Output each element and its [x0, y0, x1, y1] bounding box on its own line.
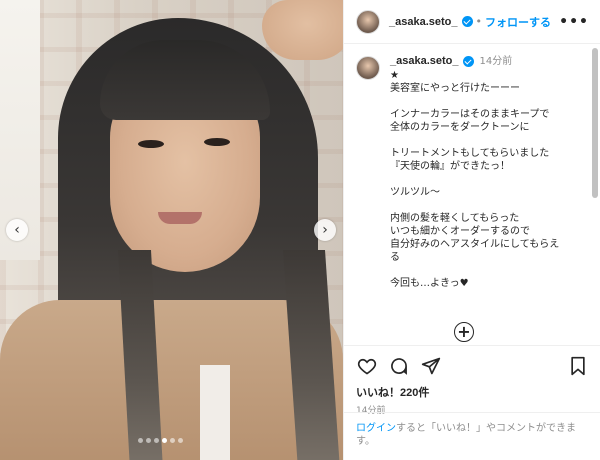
hand	[262, 0, 343, 60]
caption-line: ★	[390, 70, 399, 81]
action-icons	[356, 352, 589, 380]
caption-line	[390, 199, 559, 212]
follow-button[interactable]: フォローする	[485, 14, 551, 30]
caption-line	[390, 134, 559, 147]
login-link[interactable]: ログイン	[356, 423, 396, 434]
post-photo[interactable]: ‹ ›	[0, 0, 343, 460]
carousel-prev-button[interactable]: ‹	[6, 219, 28, 241]
chevron-left-icon: ‹	[14, 222, 20, 238]
caption-line: ツルツル〜	[390, 187, 440, 198]
caption-area: _asaka.seto_ 14分前 ★ 美容室にやっと行けたーーーインナーカラーは…	[344, 45, 600, 345]
caption-line: トリートメントもしてもらいました	[390, 148, 550, 159]
action-bar: いいね！220件 14分前	[344, 345, 600, 416]
carousel-dots	[138, 438, 183, 443]
lips	[158, 212, 202, 224]
login-prompt: ログインすると「いいね！」やコメントができます。	[344, 412, 600, 457]
carousel-dot	[170, 438, 175, 443]
like-button[interactable]	[356, 355, 378, 377]
share-button[interactable]	[420, 355, 442, 377]
comment-button[interactable]	[388, 355, 410, 377]
caption-body: _asaka.seto_ 14分前 ★ 美容室にやっと行けたーーーインナーカラーは…	[390, 55, 559, 290]
plus-circle-icon: +	[457, 322, 471, 341]
caption-line: 美容室にやっと行けたーーー	[390, 83, 520, 94]
caption-text: ★ 美容室にやっと行けたーーーインナーカラーはそのままキープで 全体のカラーをダーク…	[390, 69, 559, 290]
right-eye	[204, 138, 230, 146]
bookmark-icon	[571, 356, 585, 376]
comment-icon	[391, 358, 407, 375]
likes-count[interactable]: いいね！220件	[356, 384, 589, 400]
caption-scrollbar[interactable]	[592, 48, 598, 198]
carousel-dot	[154, 438, 159, 443]
load-more-comments-button[interactable]: +	[454, 322, 474, 342]
caption-username[interactable]: _asaka.seto_	[390, 55, 459, 68]
avatar[interactable]	[356, 9, 380, 34]
shirt	[200, 365, 230, 460]
carousel-dot	[138, 438, 143, 443]
caption-line: 全体のカラーをダークトーンに	[390, 122, 530, 133]
caption: _asaka.seto_ 14分前 ★ 美容室にやっと行けたーーーインナーカラーは…	[344, 45, 600, 290]
caption-line: いつも細かくオーダーするので	[390, 226, 530, 237]
verified-badge-icon	[462, 56, 474, 67]
caption-line	[390, 173, 559, 186]
caption-time: 14分前	[479, 56, 513, 67]
carousel-dot	[162, 438, 167, 443]
caption-line: る	[390, 252, 400, 263]
post-header: _asaka.seto_ • フォローする •••	[344, 0, 600, 44]
caption-user-line: _asaka.seto_ 14分前	[390, 55, 559, 68]
post-panel: _asaka.seto_ • フォローする ••• _asaka.seto_ 1…	[343, 0, 600, 460]
carousel-next-button[interactable]: ›	[314, 219, 336, 241]
carousel-dot	[178, 438, 183, 443]
save-button[interactable]	[567, 355, 589, 377]
caption-line: 『天使の輪』ができたっ！	[390, 161, 510, 172]
more-options-icon[interactable]: •••	[559, 14, 589, 30]
caption-line	[390, 264, 559, 277]
caption-line: 今回も…よきっ♥	[390, 278, 469, 289]
caption-line: 自分好みのヘアスタイルにしてもらえ	[390, 239, 560, 250]
caption-line: 内側の髪を軽くしてもらった	[390, 213, 520, 224]
carousel-dot	[146, 438, 151, 443]
chevron-right-icon: ›	[322, 222, 328, 238]
caption-line: インナーカラーはそのままキープで	[390, 109, 550, 120]
left-eye	[138, 140, 164, 148]
share-icon	[421, 357, 441, 375]
verified-badge-icon	[461, 16, 473, 27]
header-username[interactable]: _asaka.seto_	[389, 16, 458, 28]
caption-avatar[interactable]	[356, 56, 380, 80]
instagram-embed: ‹ › _asaka.seto_ • フォローする ••• _asaka.set…	[0, 0, 600, 460]
separator: •	[475, 15, 483, 28]
caption-line	[390, 95, 559, 108]
heart-icon	[357, 358, 377, 375]
